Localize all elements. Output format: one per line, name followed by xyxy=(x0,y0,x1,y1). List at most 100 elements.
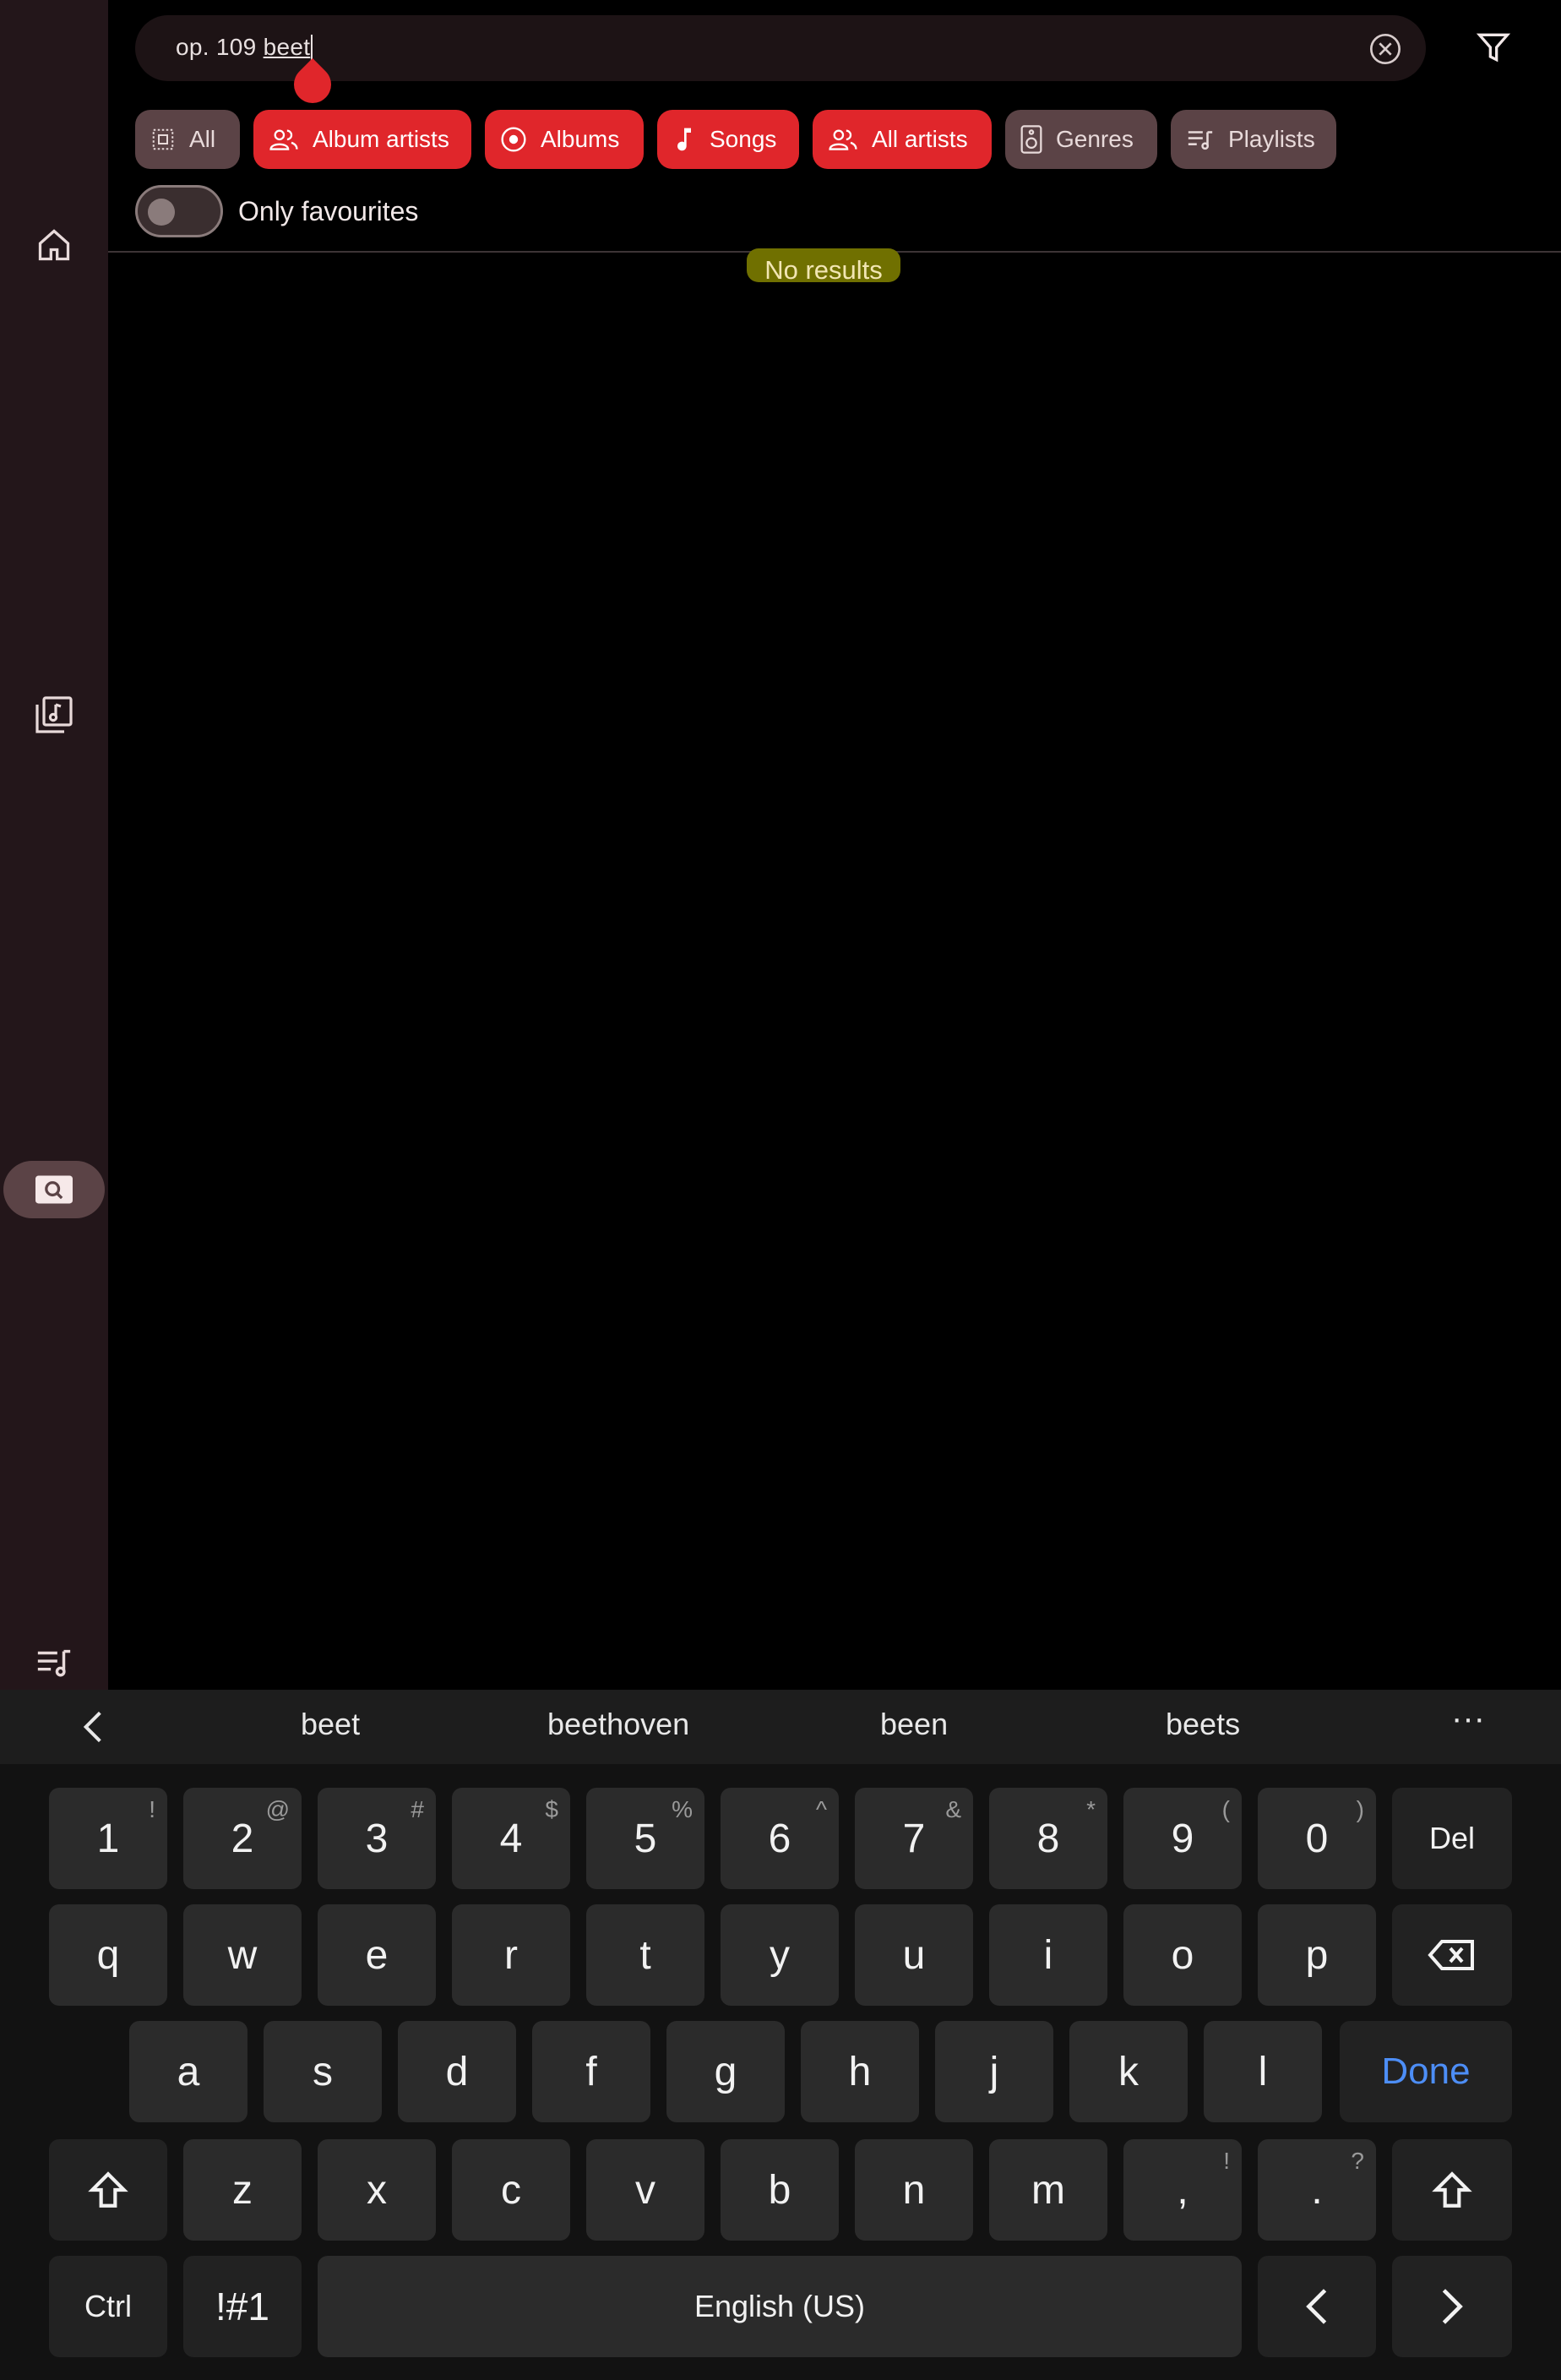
people-icon xyxy=(269,129,298,150)
key-p[interactable]: p xyxy=(1258,1904,1376,2006)
key-del[interactable]: Del xyxy=(1392,1788,1512,1889)
library-button[interactable] xyxy=(15,684,93,745)
key-o[interactable]: o xyxy=(1123,1904,1242,2006)
key-g[interactable]: g xyxy=(666,2021,785,2122)
album-icon xyxy=(501,127,526,152)
key-label: 5 xyxy=(634,1816,657,1861)
key-symbols[interactable]: !#1 xyxy=(183,2256,302,2357)
chip-label: Playlists xyxy=(1228,126,1315,152)
chip-album-artists[interactable]: Album artists xyxy=(253,110,471,169)
key-n[interactable]: n xyxy=(855,2139,973,2241)
search-nav-button[interactable] xyxy=(3,1161,105,1218)
chip-albums[interactable]: Albums xyxy=(485,110,644,169)
key-k[interactable]: k xyxy=(1069,2021,1188,2122)
key-1[interactable]: 1! xyxy=(49,1788,167,1889)
key-6[interactable]: 6 ^ xyxy=(721,1788,839,1889)
key-shift-right[interactable] xyxy=(1392,2139,1512,2241)
chevron-left-icon xyxy=(83,1711,101,1743)
search-input[interactable]: op. 109 beet xyxy=(176,34,313,63)
key-label: , xyxy=(1177,2167,1188,2213)
key-ctrl[interactable]: Ctrl xyxy=(49,2256,167,2357)
key-h[interactable]: h xyxy=(801,2021,919,2122)
key-secondary: $ xyxy=(545,1796,558,1822)
key-cursor-left[interactable] xyxy=(1258,2256,1376,2357)
key-b[interactable]: b xyxy=(721,2139,839,2241)
key-comma[interactable]: ,! xyxy=(1123,2139,1242,2241)
queue-button[interactable] xyxy=(15,1632,93,1693)
home-icon xyxy=(38,229,70,261)
key-u[interactable]: u xyxy=(855,1904,973,2006)
search-bar[interactable]: op. 109 beet xyxy=(135,15,1426,81)
people-icon xyxy=(829,129,857,150)
key-space[interactable]: English (US) xyxy=(318,2256,1242,2357)
suggestion-1[interactable]: beet xyxy=(301,1707,360,1742)
key-9[interactable]: 9( xyxy=(1123,1788,1242,1889)
favourites-toggle-row: Only favourites xyxy=(135,184,418,238)
key-y[interactable]: y xyxy=(721,1904,839,2006)
suggestion-2[interactable]: beethoven xyxy=(547,1707,689,1742)
key-label: 9 xyxy=(1171,1816,1194,1861)
suggestion-3[interactable]: been xyxy=(880,1707,948,1742)
chip-songs[interactable]: Songs xyxy=(657,110,799,169)
key-t[interactable]: t xyxy=(586,1904,704,2006)
key-period[interactable]: .? xyxy=(1258,2139,1376,2241)
key-c[interactable]: c xyxy=(452,2139,570,2241)
key-label: 1 xyxy=(96,1816,120,1861)
favourites-switch[interactable] xyxy=(135,185,223,237)
favourites-label: Only favourites xyxy=(238,195,419,226)
key-a[interactable]: a xyxy=(129,2021,247,2122)
key-d[interactable]: d xyxy=(398,2021,516,2122)
key-secondary: ? xyxy=(1351,2148,1364,2174)
chip-all[interactable]: All xyxy=(135,110,240,169)
key-secondary: # xyxy=(411,1796,424,1822)
key-2[interactable]: 2 @ xyxy=(183,1788,302,1889)
chip-genres[interactable]: Genres xyxy=(1005,110,1157,169)
clear-search-button[interactable] xyxy=(1368,32,1402,66)
filter-button[interactable] xyxy=(1475,29,1512,66)
collapse-suggestions-button[interactable] xyxy=(78,1710,108,1748)
key-i[interactable]: i xyxy=(989,1904,1107,2006)
key-f[interactable]: f xyxy=(532,2021,650,2122)
key-q[interactable]: q xyxy=(49,1904,167,2006)
key-e[interactable]: e xyxy=(318,1904,436,2006)
key-3[interactable]: 3 # xyxy=(318,1788,436,1889)
key-8[interactable]: 8 * xyxy=(989,1788,1107,1889)
home-button[interactable] xyxy=(15,215,93,275)
key-label: 3 xyxy=(365,1816,389,1861)
more-suggestions-button[interactable]: ··· xyxy=(1451,1700,1485,1738)
key-label: 4 xyxy=(499,1816,523,1861)
key-label: . xyxy=(1311,2167,1323,2213)
key-label: 7 xyxy=(902,1816,926,1861)
key-0[interactable]: 0) xyxy=(1258,1788,1376,1889)
key-r[interactable]: r xyxy=(452,1904,570,2006)
search-icon xyxy=(35,1175,73,1204)
key-v[interactable]: v xyxy=(586,2139,704,2241)
key-label: 8 xyxy=(1036,1816,1060,1861)
key-m[interactable]: m xyxy=(989,2139,1107,2241)
chip-label: Album artists xyxy=(313,126,449,152)
chevron-right-icon xyxy=(1442,2289,1463,2324)
key-shift-left[interactable] xyxy=(49,2139,167,2241)
key-w[interactable]: w xyxy=(183,1904,302,2006)
key-7[interactable]: 7 & xyxy=(855,1788,973,1889)
key-j[interactable]: j xyxy=(935,2021,1053,2122)
key-l[interactable]: l xyxy=(1204,2021,1322,2122)
chip-label: All artists xyxy=(872,126,968,152)
key-z[interactable]: z xyxy=(183,2139,302,2241)
chip-playlists[interactable]: Playlists xyxy=(1171,110,1336,169)
key-done[interactable]: Done xyxy=(1340,2021,1512,2122)
key-secondary: * xyxy=(1086,1796,1096,1822)
search-query-prefix: op. 109 xyxy=(176,34,264,60)
key-x[interactable]: x xyxy=(318,2139,436,2241)
suggestion-4[interactable]: beets xyxy=(1166,1707,1240,1742)
playlist-icon xyxy=(1188,131,1213,150)
key-backspace[interactable] xyxy=(1392,1904,1512,2006)
key-label: 2 xyxy=(231,1816,254,1861)
key-s[interactable]: s xyxy=(264,2021,382,2122)
soft-keyboard: beet beethoven been beets ··· 1! 2 @ 3 # 4… xyxy=(0,1690,1561,2380)
key-4[interactable]: 4 $ xyxy=(452,1788,570,1889)
key-5[interactable]: 5% xyxy=(586,1788,704,1889)
key-cursor-right[interactable] xyxy=(1392,2256,1512,2357)
chip-all-artists[interactable]: All artists xyxy=(813,110,992,169)
suggestion-strip: beet beethoven been beets ··· xyxy=(0,1690,1561,1764)
